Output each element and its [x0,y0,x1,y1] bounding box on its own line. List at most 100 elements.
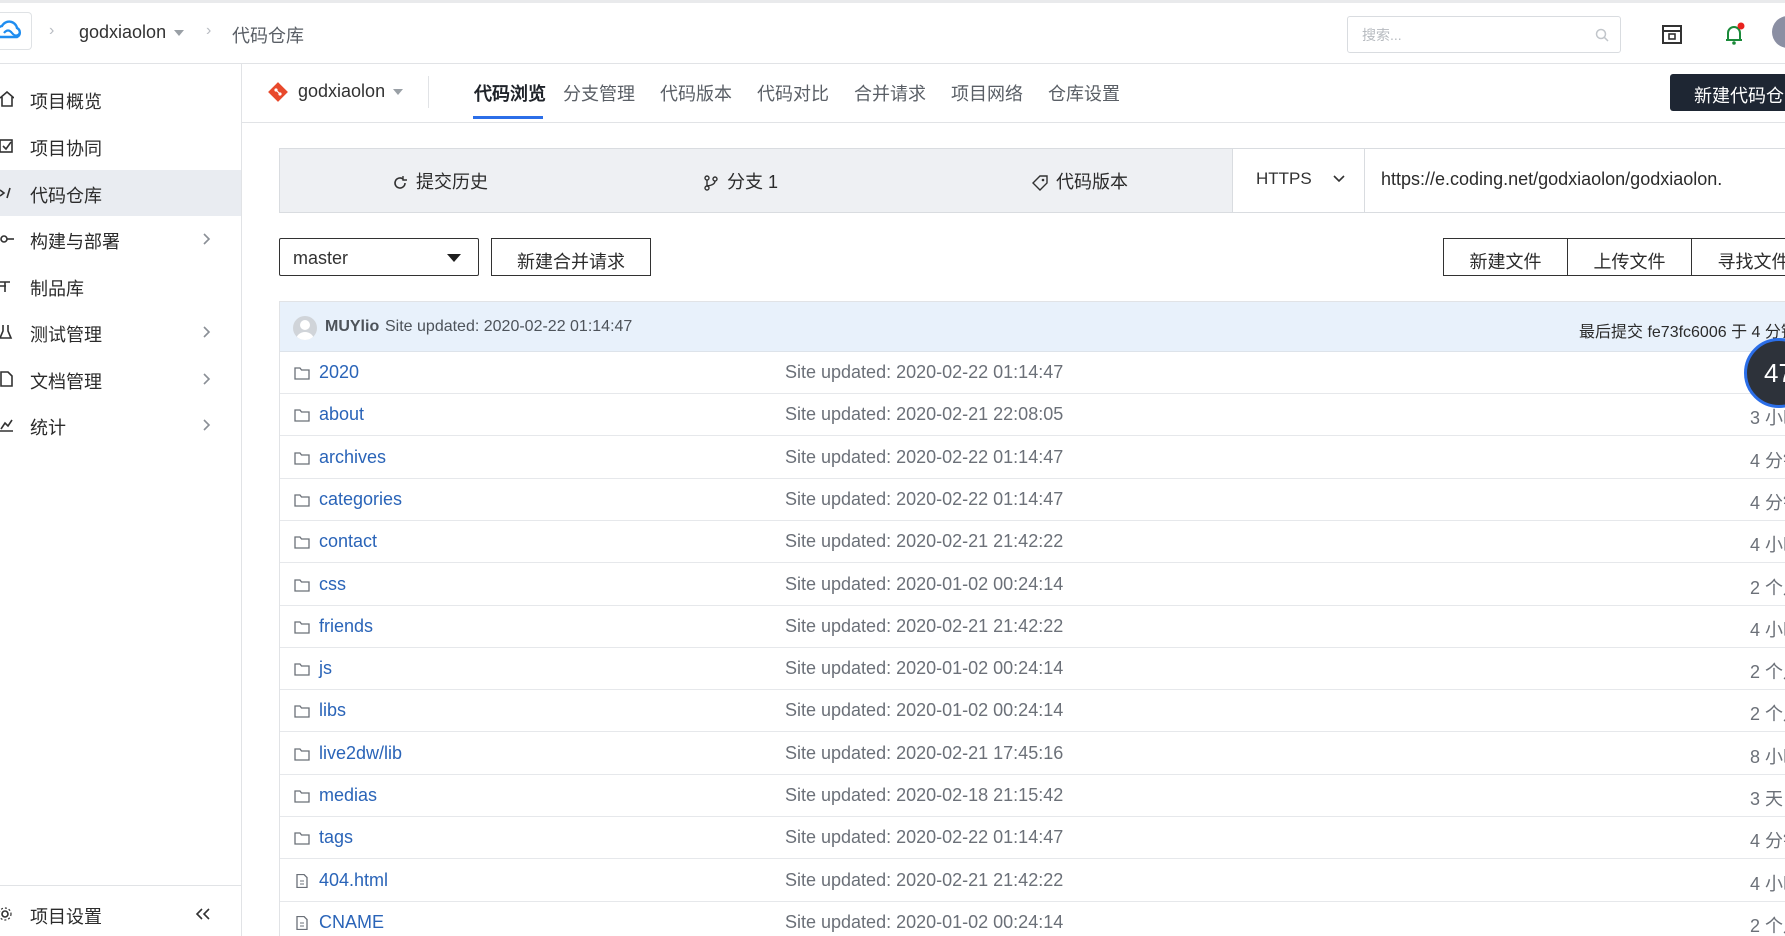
new-merge-request-button[interactable]: 新建合并请求 [491,238,651,276]
file-name[interactable]: live2dw/lib [319,743,402,764]
file-name[interactable]: CNAME [319,912,384,933]
tab-versions[interactable]: 代码版本 [660,80,732,106]
tab-network[interactable]: 项目网络 [951,80,1023,106]
cloud-logo-icon[interactable] [0,12,32,50]
sidebar-item-settings[interactable]: 项目设置 [0,891,241,936]
clone-url-field[interactable]: https://e.coding.net/godxiaolon/godxiaol… [1381,169,1722,190]
branches-button[interactable]: 分支 1 [703,168,778,194]
file-row[interactable]: 2020 Site updated: 2020-02-22 01:14:47 [280,352,1785,394]
file-age: 3 小时 [1750,408,1785,429]
file-row[interactable]: archives Site updated: 2020-02-22 01:14:4… [280,437,1785,479]
sidebar-item-code[interactable]: 代码仓库 [0,170,241,216]
sidebar-item-artifacts[interactable]: 制品库 [0,263,241,309]
tab-branches[interactable]: 分支管理 [563,80,635,106]
file-commit-message[interactable]: Site updated: 2020-02-21 17:45:16 [785,743,1063,764]
tab-merge-requests[interactable]: 合并请求 [854,80,926,106]
file-commit-message[interactable]: Site updated: 2020-01-02 00:24:14 [785,700,1063,721]
commit-history-button[interactable]: 提交历史 [392,168,488,194]
new-file-button[interactable]: 新建文件 [1443,238,1568,276]
repo-selector[interactable]: godxiaolon [298,81,404,102]
protocol-label: HTTPS [1256,169,1312,188]
file-name[interactable]: 404.html [319,870,388,891]
file-row[interactable]: CNAME Site updated: 2020-01-02 00:24:14 2 … [280,902,1785,936]
last-commit-info[interactable]: 最后提交 fe73fc6006 于 4 分钟 [1579,318,1785,342]
find-file-button[interactable]: 寻找文件 [1691,238,1785,276]
new-repo-button[interactable]: 新建代码仓 [1670,74,1785,111]
file-row[interactable]: contact Site updated: 2020-02-21 21:42:22… [280,521,1785,564]
file-commit-message[interactable]: Site updated: 2020-02-21 22:08:05 [785,404,1063,425]
tab-settings[interactable]: 仓库设置 [1048,80,1120,106]
chevron-down-icon [1333,175,1345,183]
file-name[interactable]: friends [319,616,373,637]
sidebar-item-testing[interactable]: 测试管理 [0,309,241,355]
file-icon [296,873,308,888]
calendar-icon[interactable] [1658,20,1686,48]
file-age: 4 分钟 [1750,831,1785,852]
file-row[interactable]: friends Site updated: 2020-02-21 21:42:22… [280,606,1785,648]
file-row[interactable]: about Site updated: 2020-02-21 22:08:05 3 … [280,394,1785,437]
sidebar-item-collab[interactable]: 项目协同 [0,123,241,169]
file-commit-message[interactable]: Site updated: 2020-01-02 00:24:14 [785,658,1063,679]
file-name[interactable]: medias [319,785,377,806]
file-commit-message[interactable]: Site updated: 2020-02-22 01:14:47 [785,447,1063,468]
file-name[interactable]: tags [319,827,353,848]
breadcrumb-section[interactable]: 代码仓库 [232,22,304,48]
file-name[interactable]: 2020 [319,362,359,383]
file-row[interactable]: css Site updated: 2020-01-02 00:24:14 2 个月 [280,564,1785,606]
branch-select[interactable]: master [279,238,479,276]
sidebar-footer: 项目设置 [0,885,241,936]
file-name[interactable]: categories [319,489,402,510]
file-name[interactable]: js [319,658,332,679]
breadcrumb-project-label: godxiaolon [79,22,167,42]
sidebar-item-label: 项目设置 [30,907,102,927]
latest-commit-bar: MUYlio Site updated: 2020-02-22 01:14:47… [280,302,1785,352]
file-row[interactable]: tags Site updated: 2020-02-22 01:14:47 4 分… [280,817,1785,860]
file-commit-message[interactable]: Site updated: 2020-01-02 00:24:14 [785,574,1063,595]
sidebar-item-overview[interactable]: 项目概览 [0,76,241,122]
breadcrumb-project[interactable]: godxiaolon [79,22,185,43]
file-commit-message[interactable]: Site updated: 2020-02-21 21:42:22 [785,870,1063,891]
file-commit-message[interactable]: Site updated: 2020-02-18 21:15:42 [785,785,1063,806]
file-name[interactable]: contact [319,531,377,552]
tab-compare[interactable]: 代码对比 [757,80,829,106]
file-name[interactable]: css [319,574,346,595]
folder-icon [294,621,310,634]
file-name[interactable]: archives [319,447,386,468]
file-row[interactable]: live2dw/lib Site updated: 2020-02-21 17:4… [280,733,1785,775]
search-input[interactable] [1348,17,1568,52]
commit-message[interactable]: Site updated: 2020-02-22 01:14:47 [385,318,632,336]
file-name[interactable]: about [319,404,364,425]
tab-browse[interactable]: 代码浏览 [474,80,546,106]
file-row[interactable]: categories Site updated: 2020-02-22 01:14… [280,479,1785,521]
double-chevron-left-icon[interactable] [194,907,212,921]
gear-icon [0,907,12,921]
clone-url-box: HTTPS https://e.coding.net/godxiaolon/go… [1232,148,1785,213]
tags-label: 代码版本 [1056,172,1128,192]
active-tab-indicator [473,116,543,119]
bell-icon[interactable] [1720,20,1748,48]
search-icon[interactable] [1595,28,1609,42]
file-age: 2 个月 [1750,704,1785,725]
file-commit-message[interactable]: Site updated: 2020-02-22 01:14:47 [785,362,1063,383]
sidebar-item-stats[interactable]: 统计 [0,402,241,448]
sidebar-item-docs[interactable]: 文档管理 [0,356,241,402]
file-row[interactable]: medias Site updated: 2020-02-18 21:15:42 3… [280,775,1785,817]
sidebar-item-label: 测试管理 [30,325,102,345]
commit-author[interactable]: MUYlio [325,318,379,336]
author-avatar[interactable] [293,316,317,340]
file-row[interactable]: libs Site updated: 2020-01-02 00:24:14 2 个… [280,690,1785,733]
file-commit-message[interactable]: Site updated: 2020-01-02 00:24:14 [785,912,1063,933]
avatar[interactable] [1772,16,1785,48]
file-commit-message[interactable]: Site updated: 2020-02-21 21:42:22 [785,531,1063,552]
file-row[interactable]: 404.html Site updated: 2020-02-21 21:42:2… [280,860,1785,902]
file-commit-message[interactable]: Site updated: 2020-02-21 21:42:22 [785,616,1063,637]
protocol-select[interactable]: HTTPS [1233,149,1365,212]
file-commit-message[interactable]: Site updated: 2020-02-22 01:14:47 [785,827,1063,848]
tags-button[interactable]: 代码版本 [1032,168,1128,194]
upload-file-button[interactable]: 上传文件 [1567,238,1692,276]
sidebar-item-build[interactable]: 构建与部署 [0,216,241,262]
file-row[interactable]: js Site updated: 2020-01-02 00:24:14 2 个月 [280,648,1785,691]
file-name[interactable]: libs [319,700,346,721]
file-commit-message[interactable]: Site updated: 2020-02-22 01:14:47 [785,489,1063,510]
search-box[interactable] [1347,16,1621,53]
